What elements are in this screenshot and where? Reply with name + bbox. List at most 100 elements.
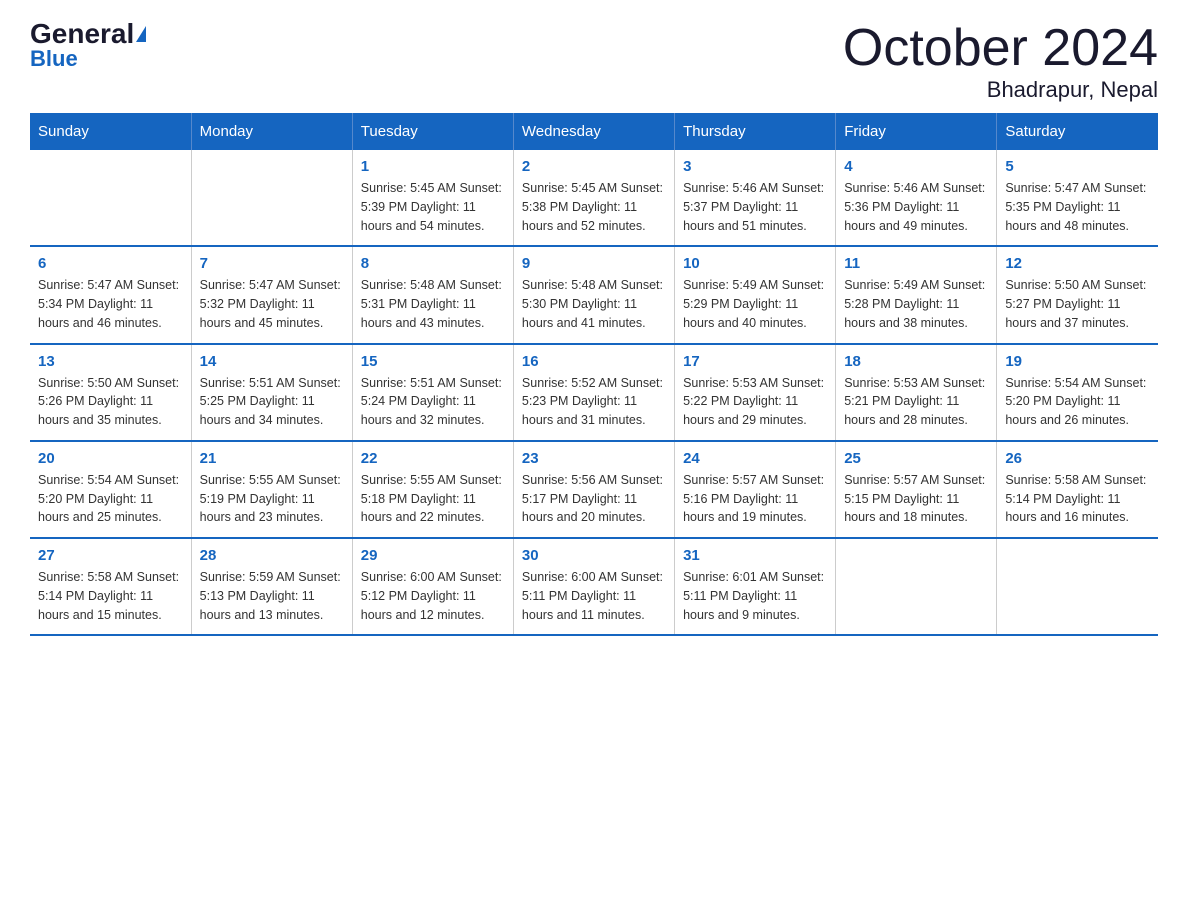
calendar-cell: 3 Sunrise: 5:46 AM Sunset: 5:37 PM Daylig…	[675, 150, 836, 246]
day-info: Sunrise: 5:57 AM Sunset: 5:16 PM Dayligh…	[683, 471, 827, 527]
day-info: Sunrise: 5:53 AM Sunset: 5:22 PM Dayligh…	[683, 374, 827, 430]
calendar-cell	[997, 538, 1158, 635]
calendar-cell	[191, 150, 352, 246]
day-number: 12	[1005, 255, 1150, 272]
day-info: Sunrise: 5:51 AM Sunset: 5:25 PM Dayligh…	[200, 374, 344, 430]
day-number: 3	[683, 158, 827, 175]
day-number: 7	[200, 255, 344, 272]
day-number: 15	[361, 353, 505, 370]
page-header: General Blue October 2024 Bhadrapur, Nep…	[30, 20, 1158, 103]
week-row-1: 1 Sunrise: 5:45 AM Sunset: 5:39 PM Daylig…	[30, 150, 1158, 246]
calendar-cell: 26Sunrise: 5:58 AM Sunset: 5:14 PM Dayli…	[997, 441, 1158, 538]
header-day-tuesday: Tuesday	[352, 113, 513, 150]
header-row: SundayMondayTuesdayWednesdayThursdayFrid…	[30, 113, 1158, 150]
title-section: October 2024 Bhadrapur, Nepal	[843, 20, 1158, 103]
week-row-4: 20 Sunrise: 5:54 AM Sunset: 5:20 PM Dayli…	[30, 441, 1158, 538]
calendar-cell: 18 Sunrise: 5:53 AM Sunset: 5:21 PM Dayli…	[836, 344, 997, 441]
day-info: Sunrise: 5:53 AM Sunset: 5:21 PM Dayligh…	[844, 374, 988, 430]
header-day-wednesday: Wednesday	[513, 113, 674, 150]
header-day-monday: Monday	[191, 113, 352, 150]
calendar-cell: 15 Sunrise: 5:51 AM Sunset: 5:24 PM Dayli…	[352, 344, 513, 441]
calendar-cell: 4Sunrise: 5:46 AM Sunset: 5:36 PM Daylig…	[836, 150, 997, 246]
day-number: 21	[200, 450, 344, 467]
calendar-cell: 24Sunrise: 5:57 AM Sunset: 5:16 PM Dayli…	[675, 441, 836, 538]
calendar-cell: 11 Sunrise: 5:49 AM Sunset: 5:28 PM Dayli…	[836, 246, 997, 343]
logo: General Blue	[30, 20, 146, 70]
day-number: 17	[683, 353, 827, 370]
day-number: 8	[361, 255, 505, 272]
day-info: Sunrise: 5:58 AM Sunset: 5:14 PM Dayligh…	[1005, 471, 1150, 527]
day-info: Sunrise: 5:48 AM Sunset: 5:30 PM Dayligh…	[522, 276, 666, 332]
day-number: 20	[38, 450, 183, 467]
day-info: Sunrise: 5:54 AM Sunset: 5:20 PM Dayligh…	[38, 471, 183, 527]
calendar-cell: 5 Sunrise: 5:47 AM Sunset: 5:35 PM Daylig…	[997, 150, 1158, 246]
calendar-cell	[836, 538, 997, 635]
day-info: Sunrise: 5:49 AM Sunset: 5:28 PM Dayligh…	[844, 276, 988, 332]
day-number: 13	[38, 353, 183, 370]
calendar-cell: 21 Sunrise: 5:55 AM Sunset: 5:19 PM Dayli…	[191, 441, 352, 538]
day-info: Sunrise: 5:55 AM Sunset: 5:19 PM Dayligh…	[200, 471, 344, 527]
day-number: 2	[522, 158, 666, 175]
week-row-2: 6Sunrise: 5:47 AM Sunset: 5:34 PM Daylig…	[30, 246, 1158, 343]
calendar-cell: 25 Sunrise: 5:57 AM Sunset: 5:15 PM Dayli…	[836, 441, 997, 538]
calendar-cell: 2 Sunrise: 5:45 AM Sunset: 5:38 PM Daylig…	[513, 150, 674, 246]
header-day-saturday: Saturday	[997, 113, 1158, 150]
day-info: Sunrise: 5:50 AM Sunset: 5:26 PM Dayligh…	[38, 374, 183, 430]
header-day-friday: Friday	[836, 113, 997, 150]
day-info: Sunrise: 5:46 AM Sunset: 5:37 PM Dayligh…	[683, 179, 827, 235]
day-info: Sunrise: 5:45 AM Sunset: 5:39 PM Dayligh…	[361, 179, 505, 235]
header-day-thursday: Thursday	[675, 113, 836, 150]
calendar-body: 1 Sunrise: 5:45 AM Sunset: 5:39 PM Daylig…	[30, 150, 1158, 635]
day-info: Sunrise: 5:54 AM Sunset: 5:20 PM Dayligh…	[1005, 374, 1150, 430]
day-number: 11	[844, 255, 988, 272]
day-info: Sunrise: 6:01 AM Sunset: 5:11 PM Dayligh…	[683, 568, 827, 624]
calendar-cell: 29Sunrise: 6:00 AM Sunset: 5:12 PM Dayli…	[352, 538, 513, 635]
week-row-5: 27 Sunrise: 5:58 AM Sunset: 5:14 PM Dayli…	[30, 538, 1158, 635]
calendar-cell: 12 Sunrise: 5:50 AM Sunset: 5:27 PM Dayli…	[997, 246, 1158, 343]
calendar-cell: 28Sunrise: 5:59 AM Sunset: 5:13 PM Dayli…	[191, 538, 352, 635]
day-number: 25	[844, 450, 988, 467]
calendar-cell: 8 Sunrise: 5:48 AM Sunset: 5:31 PM Daylig…	[352, 246, 513, 343]
day-info: Sunrise: 5:47 AM Sunset: 5:35 PM Dayligh…	[1005, 179, 1150, 235]
calendar-table: SundayMondayTuesdayWednesdayThursdayFrid…	[30, 113, 1158, 636]
day-info: Sunrise: 5:58 AM Sunset: 5:14 PM Dayligh…	[38, 568, 183, 624]
logo-general-text: General	[30, 20, 134, 48]
calendar-subtitle: Bhadrapur, Nepal	[843, 77, 1158, 103]
day-info: Sunrise: 5:50 AM Sunset: 5:27 PM Dayligh…	[1005, 276, 1150, 332]
calendar-header: SundayMondayTuesdayWednesdayThursdayFrid…	[30, 113, 1158, 150]
day-number: 4	[844, 158, 988, 175]
calendar-cell: 13 Sunrise: 5:50 AM Sunset: 5:26 PM Dayli…	[30, 344, 191, 441]
calendar-cell: 30 Sunrise: 6:00 AM Sunset: 5:11 PM Dayli…	[513, 538, 674, 635]
day-number: 19	[1005, 353, 1150, 370]
day-number: 27	[38, 547, 183, 564]
day-info: Sunrise: 5:57 AM Sunset: 5:15 PM Dayligh…	[844, 471, 988, 527]
calendar-cell: 16 Sunrise: 5:52 AM Sunset: 5:23 PM Dayli…	[513, 344, 674, 441]
day-info: Sunrise: 5:55 AM Sunset: 5:18 PM Dayligh…	[361, 471, 505, 527]
day-number: 29	[361, 547, 505, 564]
day-info: Sunrise: 6:00 AM Sunset: 5:11 PM Dayligh…	[522, 568, 666, 624]
day-info: Sunrise: 5:52 AM Sunset: 5:23 PM Dayligh…	[522, 374, 666, 430]
day-info: Sunrise: 5:51 AM Sunset: 5:24 PM Dayligh…	[361, 374, 505, 430]
day-info: Sunrise: 5:48 AM Sunset: 5:31 PM Dayligh…	[361, 276, 505, 332]
day-info: Sunrise: 5:47 AM Sunset: 5:34 PM Dayligh…	[38, 276, 183, 332]
logo-triangle-icon	[136, 26, 146, 42]
logo-blue-text: Blue	[30, 48, 78, 70]
day-info: Sunrise: 5:49 AM Sunset: 5:29 PM Dayligh…	[683, 276, 827, 332]
calendar-cell: 9 Sunrise: 5:48 AM Sunset: 5:30 PM Daylig…	[513, 246, 674, 343]
day-number: 18	[844, 353, 988, 370]
day-number: 28	[200, 547, 344, 564]
day-number: 30	[522, 547, 666, 564]
calendar-cell	[30, 150, 191, 246]
calendar-cell: 17 Sunrise: 5:53 AM Sunset: 5:22 PM Dayli…	[675, 344, 836, 441]
day-number: 9	[522, 255, 666, 272]
day-info: Sunrise: 5:45 AM Sunset: 5:38 PM Dayligh…	[522, 179, 666, 235]
day-info: Sunrise: 5:47 AM Sunset: 5:32 PM Dayligh…	[200, 276, 344, 332]
day-number: 5	[1005, 158, 1150, 175]
calendar-cell: 20 Sunrise: 5:54 AM Sunset: 5:20 PM Dayli…	[30, 441, 191, 538]
calendar-cell: 7 Sunrise: 5:47 AM Sunset: 5:32 PM Daylig…	[191, 246, 352, 343]
day-number: 16	[522, 353, 666, 370]
calendar-cell: 6Sunrise: 5:47 AM Sunset: 5:34 PM Daylig…	[30, 246, 191, 343]
day-number: 1	[361, 158, 505, 175]
calendar-cell: 22Sunrise: 5:55 AM Sunset: 5:18 PM Dayli…	[352, 441, 513, 538]
calendar-cell: 23Sunrise: 5:56 AM Sunset: 5:17 PM Dayli…	[513, 441, 674, 538]
